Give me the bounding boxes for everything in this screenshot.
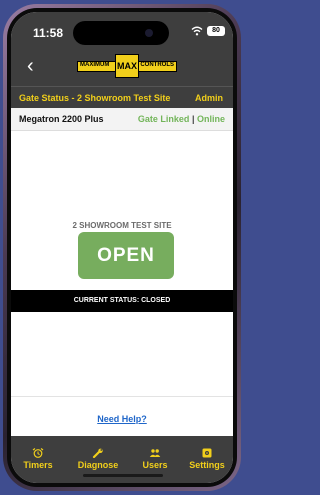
status-time: 11:58 [33,26,64,40]
settings-icon [202,448,212,458]
dynamic-island [73,21,169,45]
alarm-clock-icon [32,448,44,458]
gate-status-title: Gate Status - 2 Showroom Test Site [19,93,171,103]
logo-right-text: CONTROLS [140,62,174,68]
back-chevron-icon[interactable]: ‹ [27,56,34,76]
logo-center-mark: MAX [115,54,139,78]
bottom-tab-bar: Timers Diagnose Users Settings [11,436,233,483]
tab-label-diagnose: Diagnose [77,460,119,470]
battery-icon: 80 [207,26,225,36]
users-icon [149,449,161,457]
nav-bar: ‹ MAXIMUM CONTROLS MAX [11,50,233,86]
status-bar: 11:58 80 [11,12,233,50]
home-indicator[interactable] [83,474,163,477]
camera-dot [145,29,153,37]
device-name: Megatron 2200 Plus [19,114,104,124]
battery-level: 80 [212,27,220,34]
tab-timers[interactable]: Timers [15,436,61,476]
tab-label-users: Users [142,460,168,470]
logo-left-text: MAXIMUM [80,62,110,68]
online-status: Online [196,114,225,124]
top-area: 11:58 80 ‹ MAXIMUM CONTROLS MAX [11,12,233,86]
tab-label-timers: Timers [23,460,53,470]
device-row: Megatron 2200 Plus Gate Linked | Online [11,108,233,131]
tab-diagnose[interactable]: Diagnose [73,436,123,476]
divider [11,396,233,397]
site-name: 2 SHOWROOM TEST SITE [72,221,172,230]
admin-badge: Admin [195,93,223,103]
open-gate-button[interactable]: OPEN [78,232,174,279]
status-separator: | [191,114,195,124]
gate-linked-status: Gate Linked [137,114,190,124]
gate-status-header: Gate Status - 2 Showroom Test Site Admin [11,86,233,109]
brand-logo: MAXIMUM CONTROLS MAX [77,54,177,78]
wrench-icon [92,448,103,458]
tab-users[interactable]: Users [135,436,175,476]
tab-label-settings: Settings [189,460,225,470]
need-help-link[interactable]: Need Help? [11,414,233,424]
app-screen: 11:58 80 ‹ MAXIMUM CONTROLS MAX Gate Sta… [11,12,233,483]
current-status-strip: CURRENT STATUS: CLOSED [11,290,233,312]
wifi-icon [191,26,203,36]
tab-settings[interactable]: Settings [185,436,229,476]
link-status: Gate Linked | Online [138,114,225,124]
